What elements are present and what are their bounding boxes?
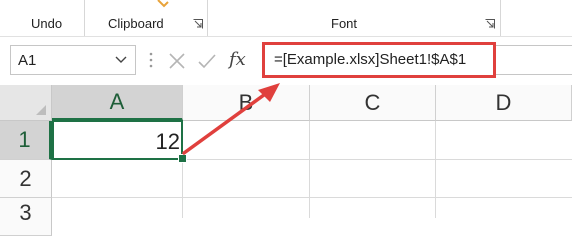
- insert-function-icon[interactable]: fx: [229, 49, 246, 70]
- grid-line: [309, 121, 310, 218]
- column-header-c[interactable]: C: [310, 85, 436, 121]
- ribbon-separator: [207, 0, 208, 36]
- font-group-label: Font: [331, 16, 358, 31]
- enter-check-icon[interactable]: [197, 52, 217, 70]
- chevron-down-icon[interactable]: [115, 56, 127, 64]
- select-all-corner[interactable]: [0, 85, 52, 121]
- cancel-icon[interactable]: [168, 52, 186, 70]
- format-painter-icon[interactable]: [156, 0, 170, 8]
- drag-handle-icon[interactable]: [148, 50, 154, 70]
- name-box-value: A1: [18, 52, 37, 69]
- undo-group-label: Undo: [31, 16, 63, 31]
- column-header-b[interactable]: B: [183, 85, 310, 121]
- row-header-1[interactable]: 1: [0, 121, 52, 160]
- ribbon-separator: [84, 0, 85, 36]
- row-header-3[interactable]: 3: [0, 198, 52, 236]
- clipboard-dialog-launcher-icon[interactable]: [193, 19, 203, 29]
- column-header-a[interactable]: A: [52, 85, 183, 121]
- row-header-2[interactable]: 2: [0, 160, 52, 198]
- clipboard-group-label: Clipboard: [108, 16, 164, 31]
- fill-handle[interactable]: [178, 154, 187, 163]
- cell-a1-value: 12: [155, 129, 180, 154]
- grid-line: [52, 197, 572, 198]
- grid-line: [435, 121, 436, 218]
- ribbon-bottom-border: [0, 36, 572, 37]
- ribbon-separator: [500, 0, 501, 36]
- formula-text: =[Example.xlsx]Sheet1!$A$1: [274, 51, 467, 68]
- font-dialog-launcher-icon[interactable]: [485, 19, 495, 29]
- column-header-d[interactable]: D: [436, 85, 572, 121]
- formula-bar-background: [496, 45, 572, 75]
- ribbon: [0, 0, 572, 36]
